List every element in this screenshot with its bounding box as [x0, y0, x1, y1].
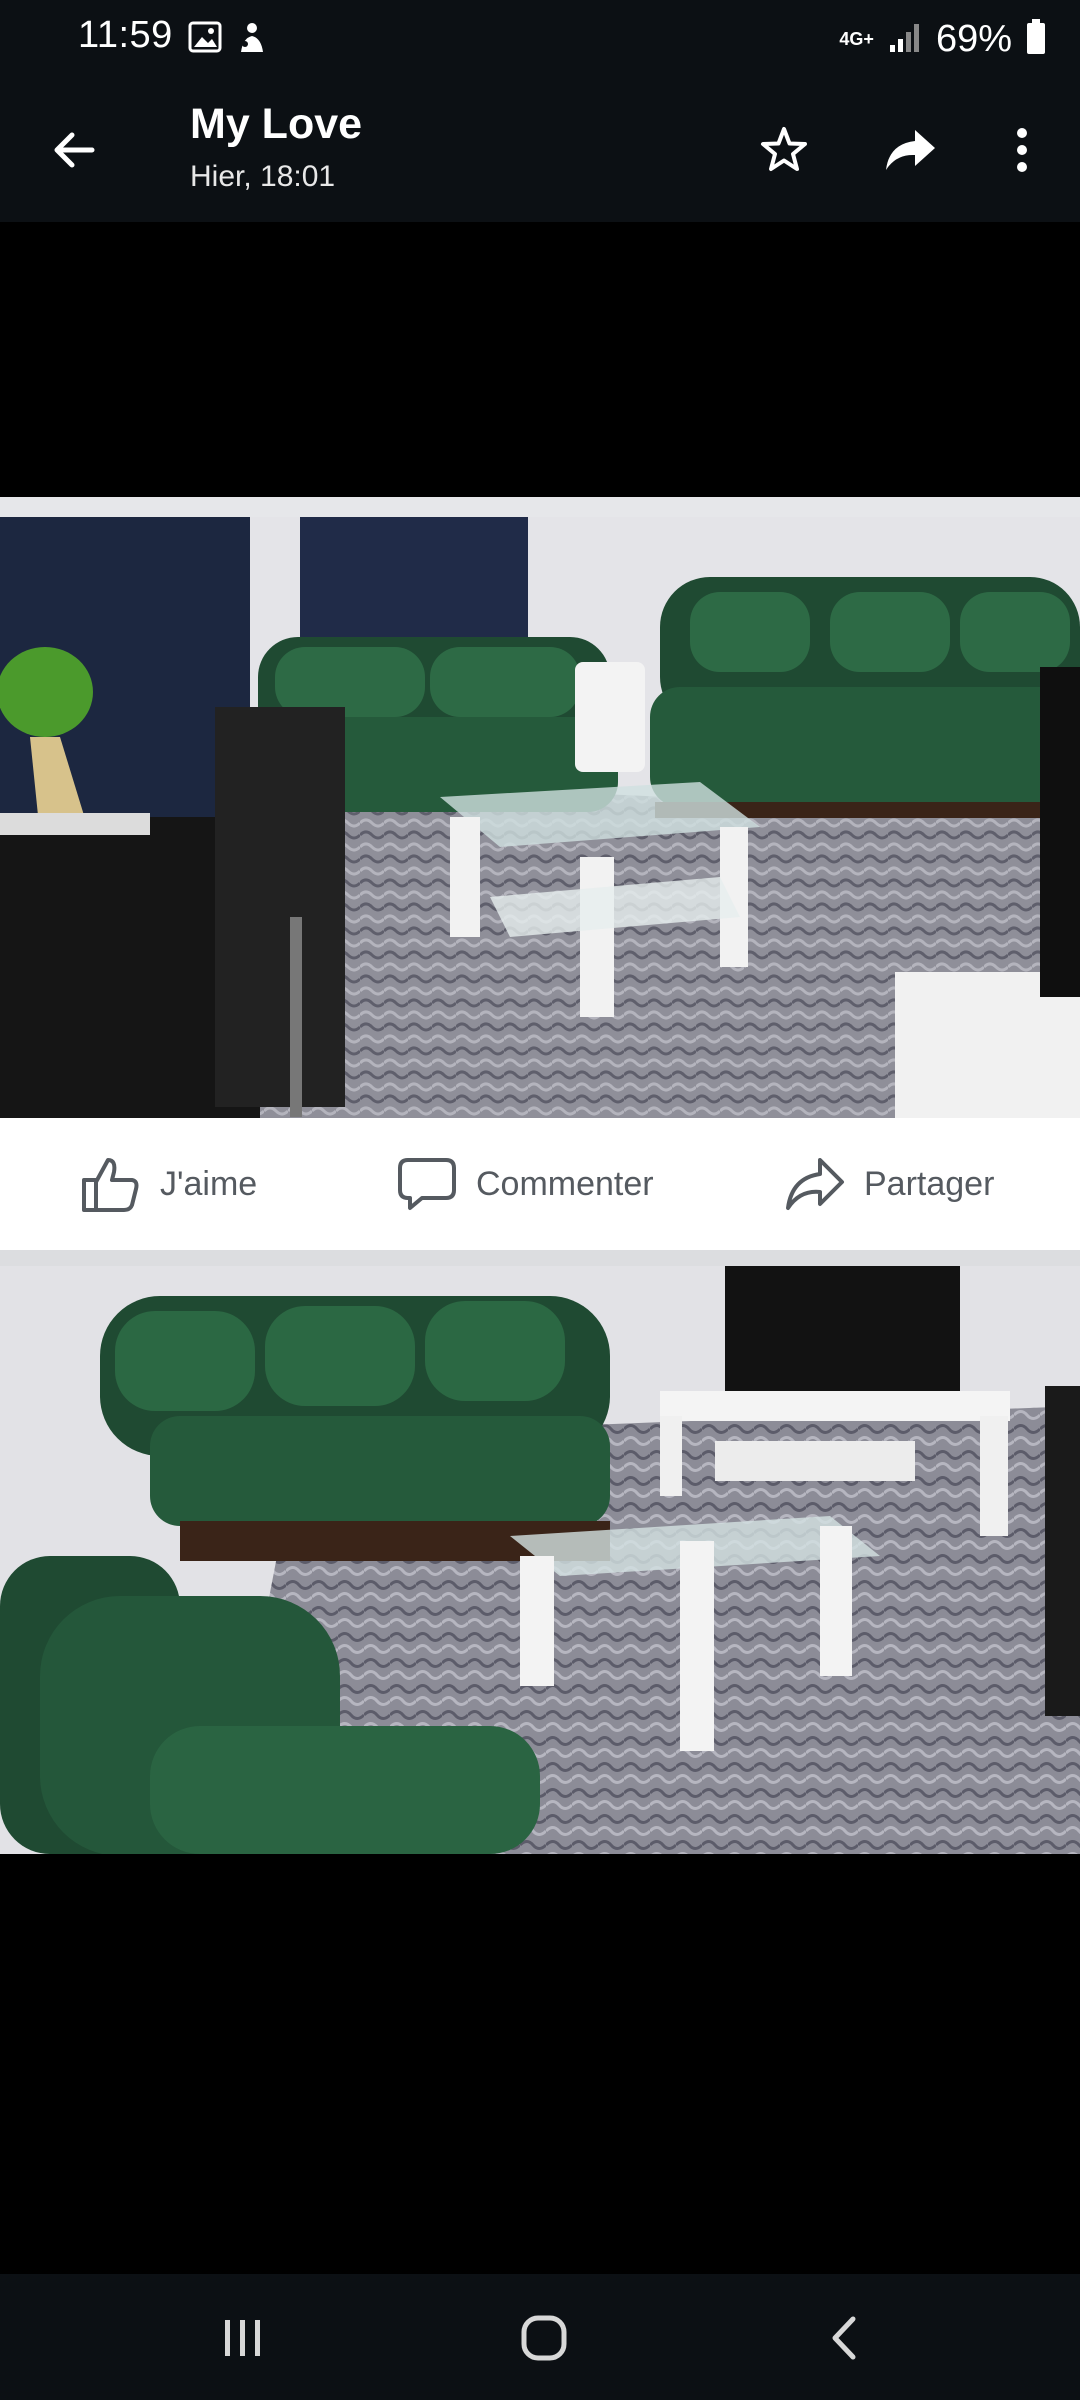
message-timestamp: Hier, 18:01: [190, 160, 336, 193]
share-button[interactable]: Partager: [784, 1152, 994, 1216]
chevron-left-icon: [832, 2316, 856, 2360]
recents-icon: [225, 2320, 260, 2356]
like-label: J'aime: [160, 1164, 258, 1203]
forward-button[interactable]: [878, 118, 942, 182]
network-type-label: 4G+: [839, 29, 874, 49]
comment-button[interactable]: Commenter: [396, 1152, 654, 1216]
more-vertical-icon: [1017, 128, 1027, 172]
signal-icon: [888, 21, 922, 58]
system-nav-bar: [0, 2274, 1080, 2400]
share-label: Partager: [864, 1164, 995, 1203]
favorite-button[interactable]: [752, 118, 816, 182]
comment-bubble-icon: [398, 1158, 456, 1210]
post-actions-bar: J'aime Commenter Partager: [0, 1118, 1080, 1266]
green-sofa: [100, 1296, 610, 1561]
comment-label: Commenter: [476, 1164, 654, 1203]
like-button[interactable]: J'aime: [80, 1152, 257, 1216]
notification-app-icon: [236, 20, 268, 61]
app-bar: My Love Hier, 18:01: [0, 78, 1080, 222]
more-options-button[interactable]: [990, 118, 1054, 182]
conversation-title: My Love: [190, 100, 363, 148]
recent-apps-button[interactable]: [208, 2308, 278, 2368]
post-top-divider: [0, 497, 1080, 517]
star-icon: [761, 127, 807, 171]
back-button[interactable]: [44, 120, 104, 180]
gallery-notification-icon: [188, 20, 222, 59]
back-nav-button[interactable]: [810, 2308, 880, 2368]
share-arrow-icon: [886, 130, 935, 170]
arrow-left-icon: [54, 132, 95, 168]
post-photo-2[interactable]: [0, 1266, 1080, 1854]
thumbs-up-icon: [82, 1158, 139, 1212]
home-button[interactable]: [509, 2308, 579, 2368]
battery-icon: [1026, 18, 1046, 60]
post-photo-1[interactable]: [0, 517, 1080, 1118]
status-bar: 11:59 4G+ 69%: [0, 0, 1080, 78]
green-sofa: [650, 577, 1080, 818]
battery-percent: 69%: [935, 17, 1012, 60]
share-icon: [786, 1158, 844, 1210]
television: [725, 1266, 960, 1401]
home-icon: [521, 2315, 567, 2361]
status-time: 11:59: [78, 14, 173, 56]
